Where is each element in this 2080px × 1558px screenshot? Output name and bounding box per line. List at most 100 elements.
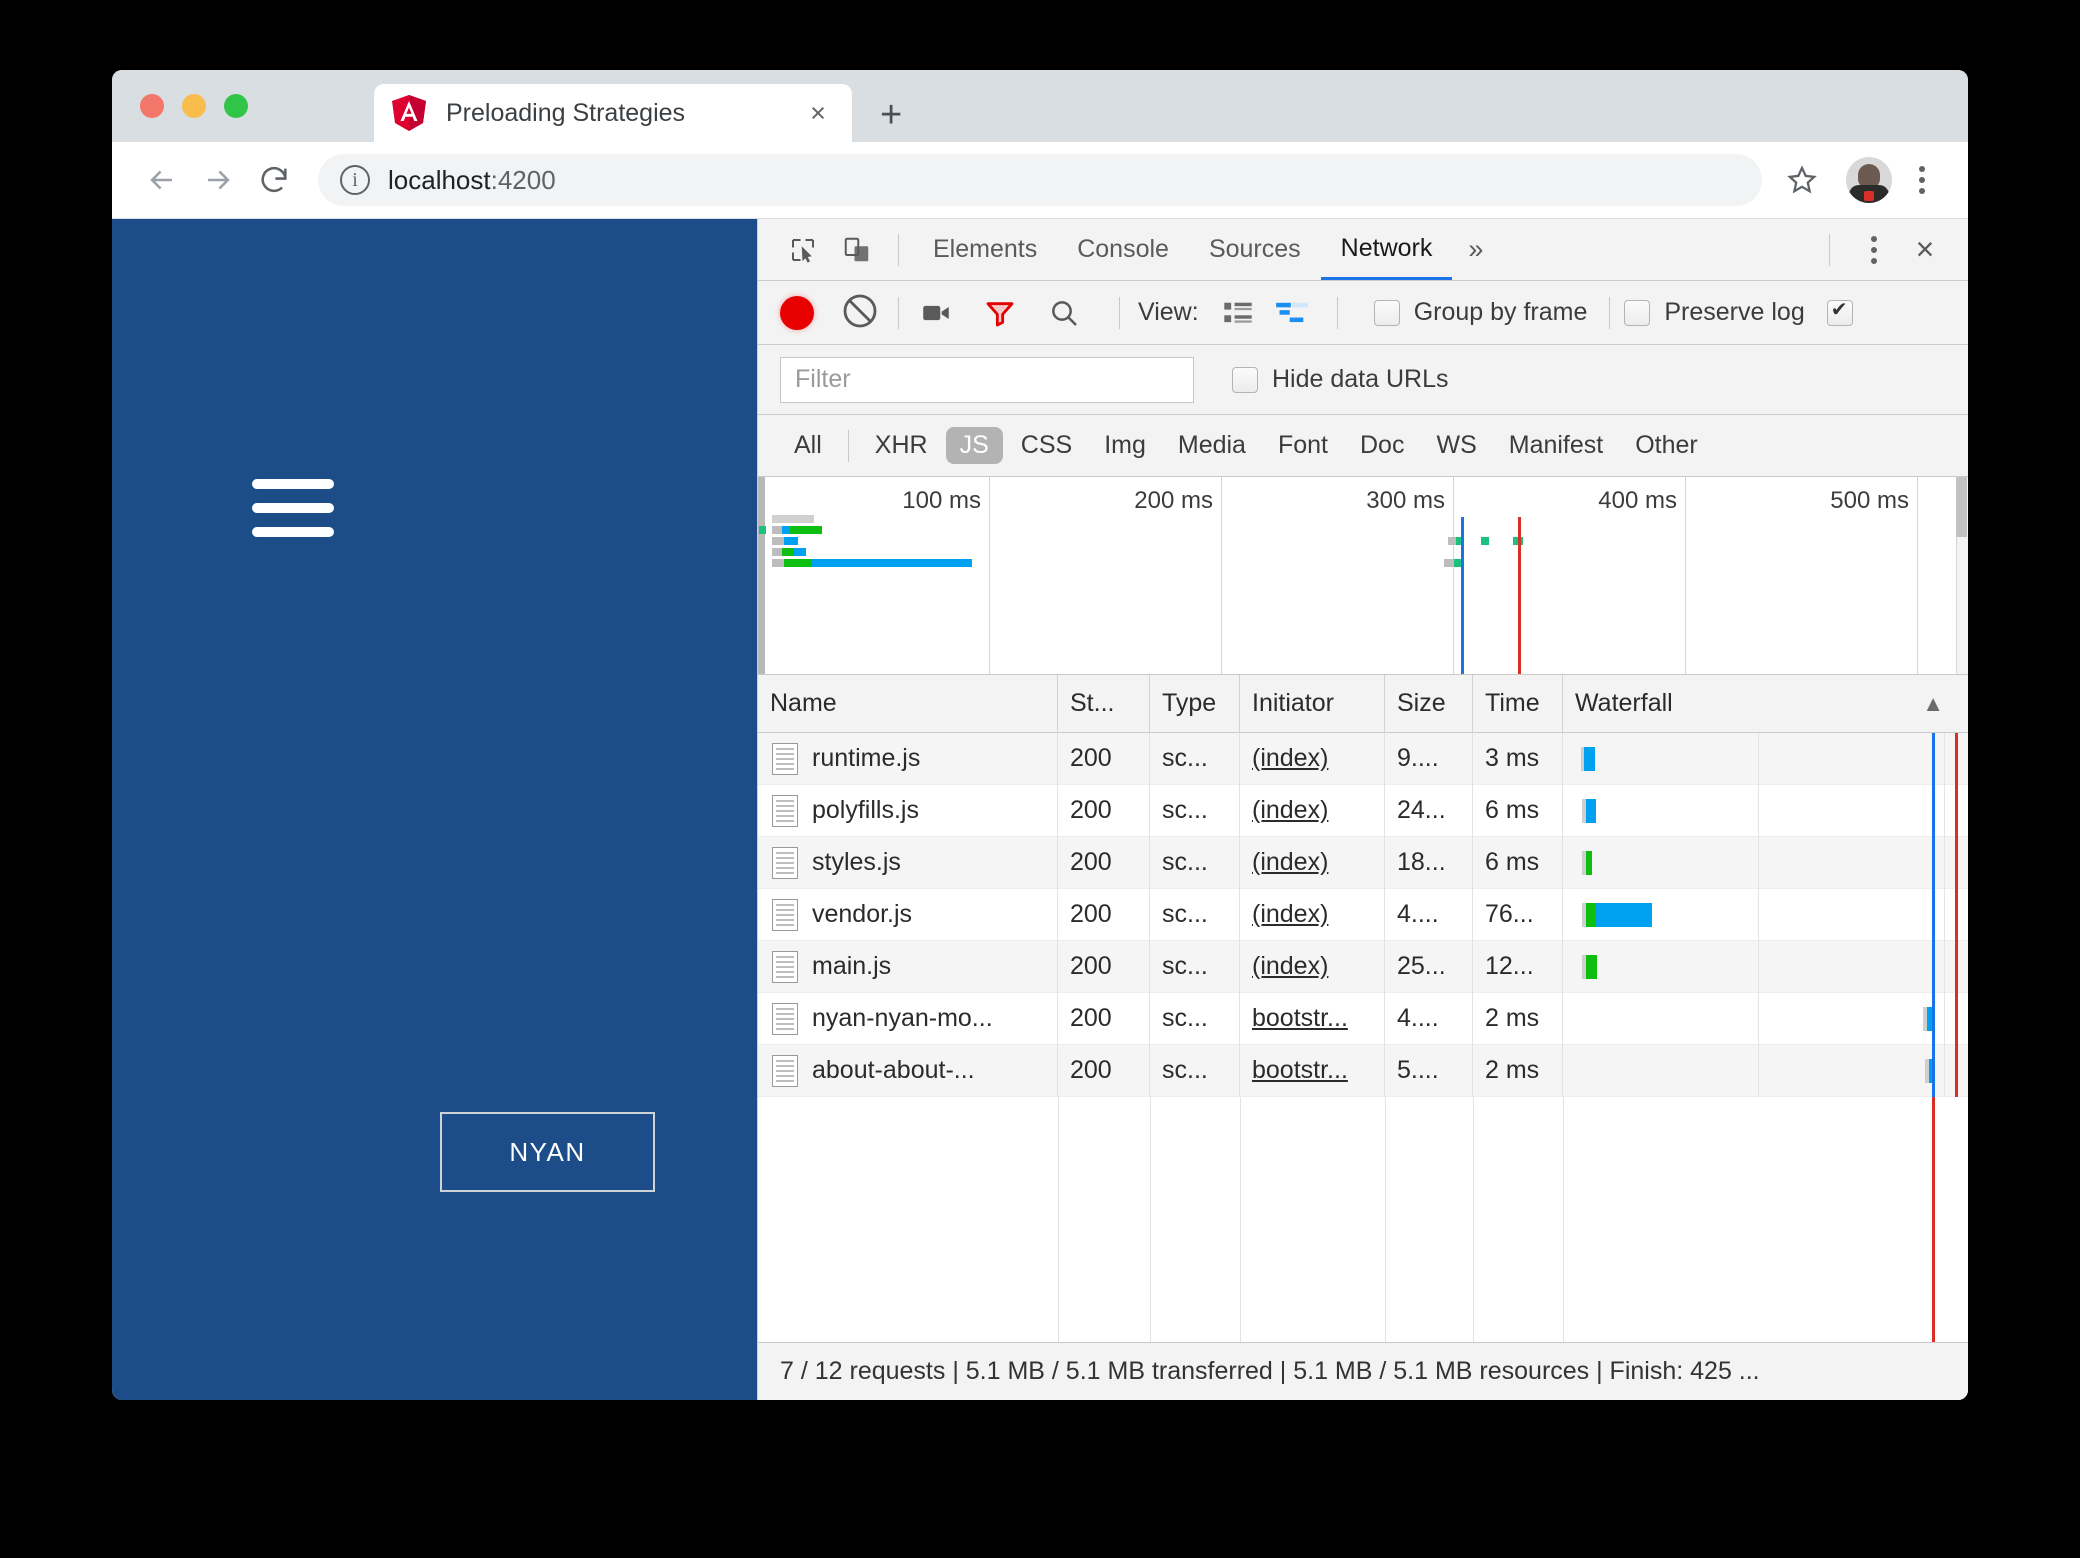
filter-input[interactable]: Filter: [780, 356, 1194, 403]
capture-screenshots-icon[interactable]: [913, 291, 959, 335]
cell-initiator[interactable]: (index): [1240, 733, 1385, 785]
cell-initiator[interactable]: bootstr...: [1240, 992, 1385, 1045]
initiator-link[interactable]: (index): [1252, 796, 1328, 825]
column-header-initiator[interactable]: Initiator: [1240, 674, 1385, 733]
network-overview[interactable]: 100 ms 200 ms 300 ms 400 ms 500 ms: [758, 477, 1968, 675]
nyan-button[interactable]: NYAN: [440, 1112, 655, 1192]
checkbox-box[interactable]: [1624, 299, 1651, 326]
waterfall-view-icon[interactable]: [1269, 293, 1315, 333]
filter-chip-all[interactable]: All: [780, 427, 836, 464]
overview-tick: 500 ms: [1686, 477, 1918, 674]
cell-time: 2 ms: [1473, 1044, 1563, 1097]
tab-sources[interactable]: Sources: [1189, 219, 1321, 280]
table-header: Name St... Type Initiator Size Time Wate…: [758, 674, 1968, 733]
filter-chip-js[interactable]: JS: [945, 427, 1003, 464]
checkbox-box[interactable]: [1373, 299, 1400, 326]
close-window-button[interactable]: [140, 94, 164, 118]
back-icon[interactable]: [134, 152, 190, 208]
initiator-link[interactable]: (index): [1252, 848, 1328, 877]
overview-scrollbar[interactable]: [1956, 477, 1968, 674]
column-header-type[interactable]: Type: [1150, 674, 1240, 733]
cell-name: main.js: [758, 940, 1058, 993]
more-tabs-icon[interactable]: »: [1452, 219, 1499, 280]
forward-icon[interactable]: [190, 152, 246, 208]
cell-initiator[interactable]: (index): [1240, 784, 1385, 837]
record-button[interactable]: [780, 295, 814, 330]
cell-initiator[interactable]: bootstr...: [1240, 1044, 1385, 1097]
overview-bar: [782, 526, 790, 534]
column-header-time[interactable]: Time: [1473, 674, 1563, 733]
browser-menu-icon[interactable]: [1898, 154, 1946, 206]
column-header-waterfall[interactable]: Waterfall ▲: [1563, 675, 1968, 733]
clear-icon[interactable]: [840, 291, 884, 335]
row-name: nyan-nyan-mo...: [812, 1004, 993, 1032]
devtools-menu-icon[interactable]: [1850, 224, 1898, 276]
table-row[interactable]: styles.js 200 sc... (index) 18... 6 ms: [758, 836, 1968, 889]
table-row[interactable]: main.js 200 sc... (index) 25... 12...: [758, 940, 1968, 993]
initiator-link[interactable]: bootstr...: [1252, 1056, 1348, 1085]
window-controls[interactable]: [140, 94, 248, 118]
cell-status: 200: [1058, 784, 1150, 837]
cell-name: runtime.js: [758, 733, 1058, 785]
cell-status: 200: [1058, 992, 1150, 1045]
inspect-element-icon[interactable]: [776, 226, 830, 274]
cell-initiator[interactable]: (index): [1240, 888, 1385, 941]
new-tab-button[interactable]: +: [880, 96, 902, 134]
hide-data-urls-checkbox[interactable]: Hide data URLs: [1232, 365, 1448, 394]
initiator-link[interactable]: (index): [1252, 900, 1328, 929]
maximize-window-button[interactable]: [224, 94, 248, 118]
reload-icon[interactable]: [246, 152, 302, 208]
device-toolbar-icon[interactable]: [830, 226, 884, 274]
filter-chip-img[interactable]: Img: [1090, 427, 1160, 464]
checkbox-box[interactable]: [1232, 366, 1258, 393]
checkbox-box[interactable]: [1826, 297, 1853, 326]
browser-tab[interactable]: Preloading Strategies ×: [374, 84, 852, 142]
close-devtools-icon[interactable]: ×: [1898, 226, 1952, 274]
info-icon[interactable]: i: [340, 165, 370, 195]
column-header-size[interactable]: Size: [1385, 674, 1473, 733]
column-header-status[interactable]: St...: [1058, 674, 1150, 733]
tab-elements[interactable]: Elements: [913, 219, 1057, 280]
filter-chip-ws[interactable]: WS: [1422, 427, 1490, 464]
filter-chip-font[interactable]: Font: [1264, 427, 1342, 464]
column-header-name[interactable]: Name: [758, 674, 1058, 733]
hide-data-urls-label: Hide data URLs: [1272, 365, 1449, 393]
table-row[interactable]: vendor.js 200 sc... (index) 4.... 76...: [758, 888, 1968, 941]
disable-cache-checkbox[interactable]: [1826, 297, 1853, 326]
list-view-icon[interactable]: [1215, 293, 1261, 333]
filter-chip-doc[interactable]: Doc: [1346, 427, 1418, 464]
table-row[interactable]: about-about-... 200 sc... bootstr... 5..…: [758, 1044, 1968, 1097]
filter-icon[interactable]: [977, 291, 1023, 335]
preserve-log-label: Preserve log: [1664, 298, 1805, 326]
row-name: polyfills.js: [812, 796, 919, 824]
close-icon[interactable]: ×: [802, 97, 834, 129]
tab-console[interactable]: Console: [1057, 219, 1189, 280]
overview-tick: 100 ms: [758, 477, 990, 674]
avatar[interactable]: [1846, 157, 1892, 203]
dom-content-loaded-line: [1932, 940, 1935, 993]
cell-initiator[interactable]: (index): [1240, 836, 1385, 889]
filter-chip-media[interactable]: Media: [1164, 427, 1260, 464]
minimize-window-button[interactable]: [182, 94, 206, 118]
initiator-link[interactable]: (index): [1252, 952, 1328, 981]
cell-initiator[interactable]: (index): [1240, 940, 1385, 993]
hamburger-icon[interactable]: [252, 479, 334, 537]
filter-chip-css[interactable]: CSS: [1007, 427, 1086, 464]
initiator-link[interactable]: bootstr...: [1252, 1004, 1348, 1033]
search-icon[interactable]: [1041, 291, 1087, 335]
preserve-log-checkbox[interactable]: Preserve log: [1624, 298, 1805, 327]
table-row[interactable]: polyfills.js 200 sc... (index) 24... 6 m…: [758, 784, 1968, 837]
bookmark-star-icon[interactable]: [1772, 154, 1832, 206]
url-input[interactable]: i localhost:4200: [318, 154, 1762, 206]
table-row[interactable]: runtime.js 200 sc... (index) 9.... 3 ms: [758, 733, 1968, 785]
initiator-link[interactable]: (index): [1252, 744, 1328, 773]
filter-chip-xhr[interactable]: XHR: [861, 427, 942, 464]
cell-type: sc...: [1150, 784, 1240, 837]
tab-network[interactable]: Network: [1320, 219, 1453, 280]
filter-chip-other[interactable]: Other: [1621, 427, 1712, 464]
scrollbar-thumb[interactable]: [1956, 477, 1967, 537]
table-row[interactable]: nyan-nyan-mo... 200 sc... bootstr... 4..…: [758, 992, 1968, 1045]
divider: [898, 296, 899, 329]
group-by-frame-checkbox[interactable]: Group by frame: [1373, 298, 1587, 327]
filter-chip-manifest[interactable]: Manifest: [1495, 427, 1617, 464]
